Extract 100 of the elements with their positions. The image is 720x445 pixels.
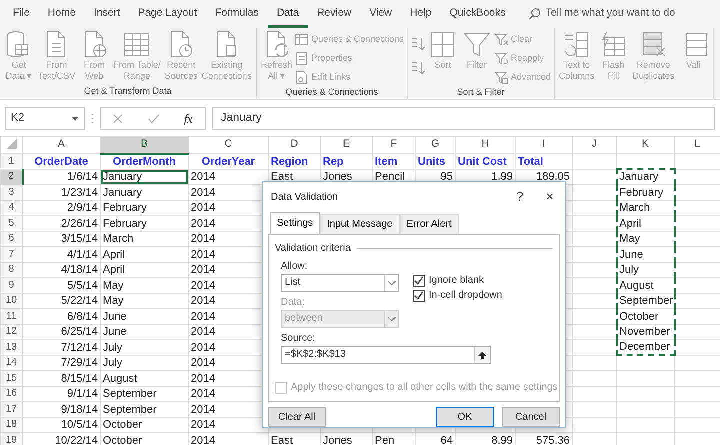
- table-cell: July: [100, 340, 188, 356]
- table-cell: 2014: [188, 432, 268, 445]
- ribbon-tab[interactable]: Home: [38, 0, 85, 28]
- column-header[interactable]: L: [674, 136, 720, 154]
- source-field[interactable]: =$K$2:$K$13: [281, 346, 491, 364]
- dialog-tab[interactable]: Error Alert: [400, 214, 459, 234]
- row-header[interactable]: 14: [0, 355, 22, 371]
- table-cell: Units: [416, 154, 456, 170]
- row-header[interactable]: 17: [0, 402, 22, 418]
- table-cell: 9/1/14: [22, 386, 100, 402]
- allow-dropdown[interactable]: List: [281, 274, 399, 292]
- formula-field[interactable]: January: [212, 107, 715, 130]
- column-header[interactable]: I: [516, 136, 572, 154]
- insert-function-button[interactable]: fx: [184, 110, 193, 128]
- row-header[interactable]: 8: [0, 262, 22, 278]
- row-header[interactable]: 5: [0, 216, 22, 232]
- table-cell: February: [100, 216, 188, 232]
- table-cell: Item: [372, 154, 416, 170]
- checkbox-label: Apply these changes to all other cells with the same settings: [291, 381, 558, 395]
- table-cell: October: [616, 308, 674, 324]
- column-header[interactable]: J: [572, 136, 616, 154]
- table-cell: Unit Cost: [456, 154, 516, 170]
- close-button[interactable]: ×: [535, 185, 565, 209]
- table-cell: 4/18/14: [22, 262, 100, 278]
- ribbon-tab[interactable]: QuickBooks: [440, 0, 515, 28]
- search-field[interactable]: Tell me what you want to do: [546, 6, 676, 22]
- dialog-button[interactable]: Clear All: [268, 407, 326, 427]
- ribbon-tab[interactable]: File: [4, 0, 39, 28]
- column-header[interactable]: C: [188, 136, 268, 154]
- table-cell: March: [616, 200, 674, 216]
- table-cell: May: [616, 231, 674, 247]
- table-cell: 1/23/14: [22, 184, 100, 200]
- table-cell: September: [616, 293, 674, 309]
- ribbon-tab[interactable]: View: [360, 0, 402, 28]
- column-header[interactable]: K: [616, 136, 674, 154]
- dialog-title: Data Validation: [271, 190, 340, 204]
- row-header[interactable]: 7: [0, 246, 22, 262]
- dialog-tab[interactable]: Input Message: [320, 214, 400, 234]
- table-cell: 7/12/14: [22, 340, 100, 356]
- group-label: Sort & Filter: [456, 86, 506, 99]
- row-header[interactable]: 16: [0, 386, 22, 402]
- checkbox[interactable]: [413, 274, 425, 286]
- dialog-button[interactable]: OK: [436, 407, 494, 427]
- ribbon-tab[interactable]: Review: [308, 0, 361, 28]
- table-cell: 9/18/14: [22, 402, 100, 418]
- row-header[interactable]: 12: [0, 324, 22, 340]
- name-box[interactable]: K2: [5, 107, 85, 130]
- table-cell: January: [100, 184, 188, 200]
- filter-icon: [495, 70, 510, 84]
- ribbon-tab[interactable]: Insert: [84, 0, 130, 28]
- table-cell: Jones: [320, 432, 372, 445]
- row-header[interactable]: 6: [0, 231, 22, 247]
- row-header[interactable]: 2: [0, 169, 22, 185]
- column-header[interactable]: A: [22, 136, 100, 154]
- row-header[interactable]: 4: [0, 200, 22, 216]
- search-icon: [528, 8, 541, 20]
- row-header[interactable]: 9: [0, 278, 22, 294]
- table-cell: 7/29/14: [22, 355, 100, 371]
- table-cell: OrderMonth: [100, 154, 188, 170]
- row-header[interactable]: 10: [0, 293, 22, 309]
- row-header[interactable]: 11: [0, 308, 22, 324]
- help-button[interactable]: ?: [505, 185, 535, 209]
- table-cell: Pen: [372, 432, 416, 445]
- table-cell: May: [100, 278, 188, 294]
- table-cell: Total: [516, 154, 572, 170]
- table-cell: July: [100, 355, 188, 371]
- row-header[interactable]: 1: [0, 154, 22, 170]
- corner-triangle-icon[interactable]: [6, 139, 16, 150]
- table-cell: June: [100, 324, 188, 340]
- dialog-tab[interactable]: Settings: [270, 212, 320, 234]
- column-header[interactable]: D: [268, 136, 320, 154]
- checkbox[interactable]: [413, 290, 425, 302]
- enter-icon[interactable]: [148, 114, 160, 124]
- collapse-button[interactable]: [474, 347, 490, 363]
- column-header[interactable]: F: [372, 136, 416, 154]
- field-label: Source:: [281, 332, 316, 346]
- column-header[interactable]: G: [416, 136, 456, 154]
- row-header[interactable]: 18: [0, 417, 22, 433]
- table-cell: 1/6/14: [22, 169, 100, 185]
- table-cell: September: [100, 386, 188, 402]
- row-header[interactable]: 19: [0, 432, 22, 445]
- list-document-icon: [295, 52, 310, 66]
- table-cell: East: [268, 432, 320, 445]
- ribbon-tab[interactable]: Help: [401, 0, 441, 28]
- column-header[interactable]: E: [320, 136, 372, 154]
- ribbon-tab[interactable]: Formulas: [206, 0, 268, 28]
- table-cell: 8/15/14: [22, 370, 100, 386]
- column-header[interactable]: B: [100, 136, 188, 154]
- row-header[interactable]: 3: [0, 184, 22, 200]
- cancel-icon[interactable]: [113, 114, 124, 124]
- ribbon-tab[interactable]: Page Layout: [129, 0, 206, 28]
- dialog-button[interactable]: Cancel: [502, 407, 560, 427]
- table-cell: November: [616, 324, 674, 340]
- table-cell: December: [616, 340, 674, 356]
- table-cell: 5/5/14: [22, 278, 100, 294]
- row-header[interactable]: 15: [0, 370, 22, 386]
- field-label: Allow:: [281, 260, 309, 274]
- column-header[interactable]: H: [456, 136, 516, 154]
- table-cell: August: [100, 370, 188, 386]
- row-header[interactable]: 13: [0, 340, 22, 356]
